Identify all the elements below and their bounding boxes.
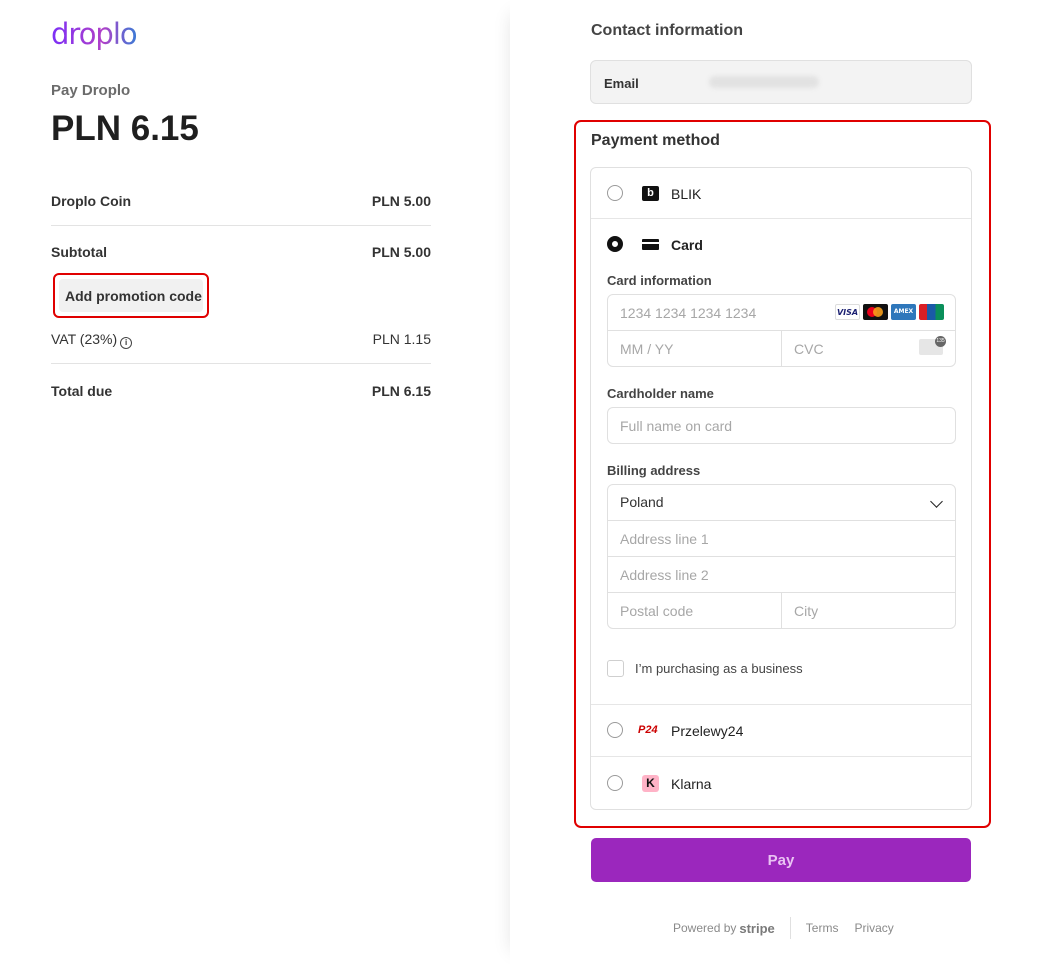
- add-promotion-code-button[interactable]: Add promotion code: [59, 279, 203, 312]
- amex-icon: AMEX: [891, 304, 916, 320]
- visa-icon: VISA: [835, 304, 860, 320]
- contact-information-title: Contact information: [591, 22, 743, 39]
- card-radio[interactable]: [607, 236, 623, 252]
- klarna-radio[interactable]: [607, 775, 623, 791]
- card-information-label: Card information: [607, 273, 712, 288]
- total-value: PLN 6.15: [371, 383, 431, 399]
- vat-value: PLN 1.15: [372, 331, 431, 347]
- cvc-card-icon: [919, 336, 946, 355]
- chevron-down-icon: [930, 495, 943, 508]
- payment-method-title: Payment method: [591, 132, 720, 149]
- footer: Powered by stripe Terms Privacy: [673, 917, 910, 939]
- total-label: Total due: [51, 383, 113, 399]
- checkout-form-pane: Contact information Email Payment method…: [510, 0, 1042, 965]
- blik-icon: b: [642, 186, 659, 201]
- przelewy24-label: Przelewy24: [671, 723, 744, 739]
- przelewy24-radio[interactable]: [607, 722, 623, 738]
- divider: [51, 363, 431, 364]
- business-checkbox[interactable]: [607, 660, 624, 677]
- blik-label: BLIK: [671, 186, 702, 202]
- email-value-redacted: [709, 76, 819, 88]
- country-select[interactable]: Poland: [607, 484, 956, 521]
- order-summary-pane: droplo Pay Droplo PLN 6.15 Droplo Coin P…: [0, 0, 510, 965]
- billing-address-label: Billing address: [607, 463, 701, 478]
- klarna-label: Klarna: [671, 776, 712, 792]
- item-name: Droplo Coin: [51, 193, 132, 209]
- info-icon[interactable]: i: [120, 337, 133, 349]
- country-value: Poland: [620, 494, 664, 510]
- vat-row: VAT (23%) i PLN 1.15: [51, 331, 431, 349]
- przelewy24-icon: P24: [638, 724, 658, 736]
- address-line-1-input[interactable]: [607, 520, 956, 557]
- business-checkbox-label[interactable]: I’m purchasing as a business: [635, 661, 803, 676]
- billing-address-group: Poland: [607, 484, 956, 629]
- card-label: Card: [671, 237, 703, 253]
- payment-option-blik[interactable]: b BLIK: [591, 168, 971, 219]
- payment-option-klarna[interactable]: K Klarna: [591, 757, 971, 809]
- payment-option-card[interactable]: Card Card information VISA AMEX Cardhold…: [591, 219, 971, 705]
- powered-by-text: Powered by: [673, 921, 737, 935]
- total-row: Total due PLN 6.15: [51, 383, 431, 399]
- stripe-logo[interactable]: stripe: [739, 921, 774, 936]
- card-information-group: VISA AMEX: [607, 294, 956, 367]
- email-label: Email: [604, 76, 639, 91]
- subtotal-label: Subtotal: [51, 244, 107, 260]
- payment-option-przelewy24[interactable]: P24 Przelewy24: [591, 705, 971, 757]
- address-line-2-input[interactable]: [607, 556, 956, 593]
- privacy-link[interactable]: Privacy: [854, 921, 893, 935]
- subtotal-value: PLN 5.00: [371, 244, 431, 260]
- klarna-icon: K: [642, 775, 659, 792]
- terms-link[interactable]: Terms: [806, 921, 839, 935]
- pay-button[interactable]: Pay: [591, 838, 971, 882]
- mastercard-icon: [863, 304, 888, 320]
- pay-label: Pay Droplo: [51, 82, 131, 99]
- cardholder-name-input[interactable]: [607, 407, 956, 444]
- total-amount: PLN 6.15: [51, 109, 199, 148]
- card-brands: VISA AMEX: [835, 304, 944, 320]
- droplo-logo: droplo: [51, 17, 138, 51]
- unionpay-icon: [919, 304, 944, 320]
- card-icon: [642, 237, 659, 252]
- blik-radio[interactable]: [607, 185, 623, 201]
- expiry-input[interactable]: [607, 330, 782, 367]
- city-input[interactable]: [781, 592, 956, 629]
- divider: [51, 225, 431, 226]
- footer-divider: [789, 917, 791, 939]
- vat-label: VAT (23%): [51, 331, 118, 347]
- promo-highlight: Add promotion code: [53, 273, 209, 318]
- email-field[interactable]: Email: [590, 60, 972, 104]
- line-item: Droplo Coin PLN 5.00: [51, 193, 431, 209]
- subtotal-row: Subtotal PLN 5.00: [51, 244, 431, 260]
- postal-code-input[interactable]: [607, 592, 782, 629]
- cardholder-name-label: Cardholder name: [607, 386, 714, 401]
- item-price: PLN 5.00: [371, 193, 431, 209]
- payment-method-list: b BLIK Card Card information VISA AMEX: [590, 167, 972, 810]
